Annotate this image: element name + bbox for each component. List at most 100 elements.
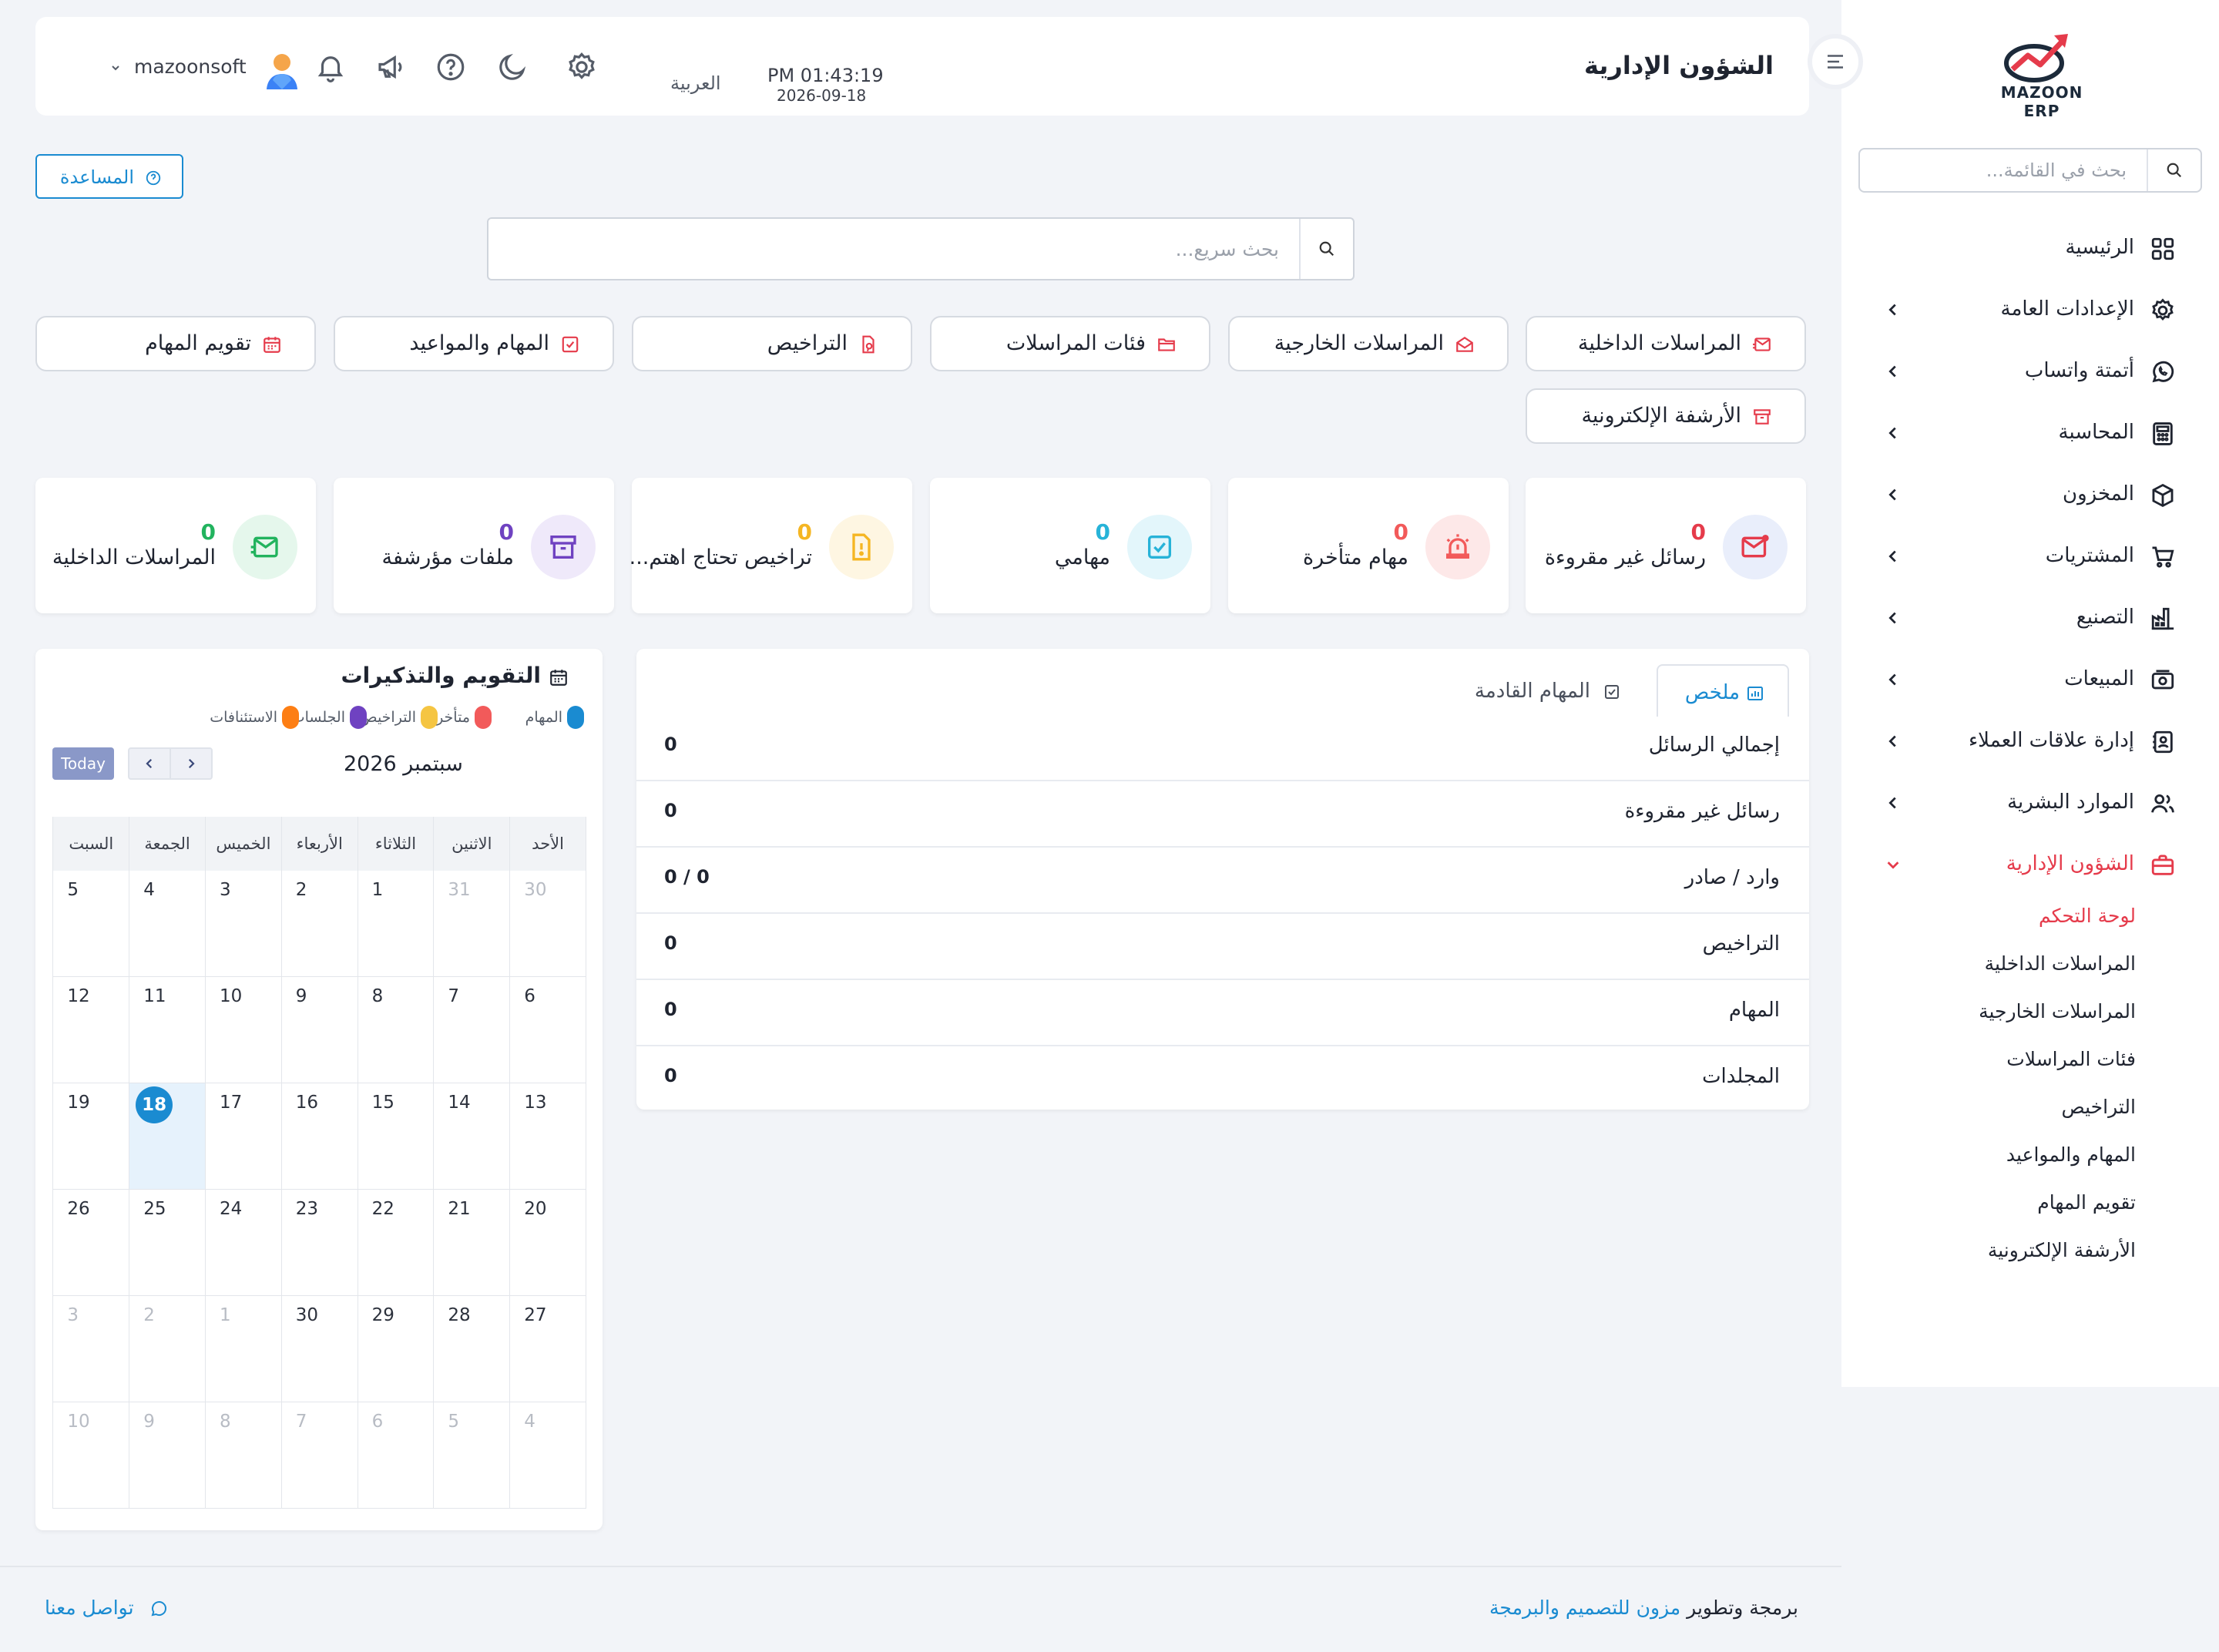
calendar-day[interactable]: 9 xyxy=(281,977,358,1083)
help-button[interactable]: المساعدة xyxy=(35,154,183,199)
stat-internal-correspondence[interactable]: 0 المراسلات الداخلية xyxy=(35,478,316,613)
shortcut-label: التراخيص xyxy=(767,331,848,355)
calendar-day[interactable]: 2 xyxy=(129,1296,206,1402)
shortcut-tasks-appointments[interactable]: المهام والمواعيد xyxy=(334,316,614,371)
calendar-day[interactable]: 2 xyxy=(281,871,358,977)
settings-gear-icon[interactable] xyxy=(566,51,598,83)
calendar-day[interactable]: 29 xyxy=(358,1296,435,1402)
calendar-day[interactable]: 24 xyxy=(206,1190,282,1296)
calendar-day[interactable]: 5 xyxy=(53,871,130,977)
calendar-day[interactable]: 4 xyxy=(510,1402,586,1509)
shortcut-e-archive[interactable]: الأرشفة الإلكترونية xyxy=(1526,388,1806,444)
stat-unread-messages[interactable]: 0 رسائل غير مقروءة xyxy=(1526,478,1806,613)
calendar-day[interactable]: 10 xyxy=(53,1402,130,1509)
sidebar-item-inventory[interactable]: المخزون xyxy=(1841,473,2219,516)
stat-archived-files[interactable]: 0 ملفات مؤرشفة xyxy=(334,478,614,613)
calendar-day[interactable]: 19 xyxy=(53,1083,130,1190)
tab-summary[interactable]: ملخص xyxy=(1657,664,1789,717)
calendar-day[interactable]: 7 xyxy=(281,1402,358,1509)
sidebar-item-crm[interactable]: إدارة علاقات العملاء xyxy=(1841,720,2219,763)
calendar-day[interactable]: 30 xyxy=(281,1296,358,1402)
sidebar-item-sales[interactable]: المبيعات xyxy=(1841,658,2219,701)
stat-licenses-attention[interactable]: 0 تراخيص تحتاج اهتم... xyxy=(629,478,912,613)
stat-my-tasks[interactable]: 0 مهامي xyxy=(930,478,1210,613)
sidebar-subitem-internal-correspondence[interactable]: المراسلات الداخلية xyxy=(1985,952,2136,975)
calendar-day[interactable]: 7 xyxy=(434,977,511,1083)
shortcut-licenses[interactable]: التراخيص xyxy=(632,316,912,371)
calendar-day[interactable]: 1 xyxy=(206,1296,282,1402)
calendar-day[interactable]: 5 xyxy=(434,1402,511,1509)
calendar-day[interactable]: 21 xyxy=(434,1190,511,1296)
sidebar-subitem-correspondence-categories[interactable]: فئات المراسلات xyxy=(2006,1048,2136,1070)
calendar-day[interactable]: 22 xyxy=(358,1190,435,1296)
calendar-day[interactable]: 16 xyxy=(281,1083,358,1190)
sidebar-item-manufacturing[interactable]: التصنيع xyxy=(1841,596,2219,640)
calendar-day[interactable]: 23 xyxy=(281,1190,358,1296)
calendar-day[interactable]: 3 xyxy=(206,871,282,977)
footer-credit: برمجة وتطوير مزون للتصميم والبرمجة xyxy=(1489,1597,1798,1619)
sidebar-item-admin-affairs[interactable]: الشؤون الإدارية xyxy=(1841,843,2219,886)
search-icon[interactable] xyxy=(1299,219,1353,279)
today-button[interactable]: Today xyxy=(52,747,114,780)
sidebar-subitem-tasks-appointments[interactable]: المهام والمواعيد xyxy=(2006,1143,2136,1166)
calendar-day[interactable]: 27 xyxy=(510,1296,586,1402)
calendar-day[interactable]: 20 xyxy=(510,1190,586,1296)
next-month-button[interactable] xyxy=(170,747,213,780)
footer-credit-link[interactable]: مزون للتصميم والبرمجة xyxy=(1489,1597,1680,1619)
sidebar-subitem-tasks-calendar[interactable]: تقويم المهام xyxy=(2037,1191,2136,1214)
calendar-day[interactable]: 13 xyxy=(510,1083,586,1190)
sidebar-item-whatsapp[interactable]: أتمتة واتساب xyxy=(1841,350,2219,393)
dark-mode-moon-icon[interactable] xyxy=(496,51,529,83)
contact-us-link[interactable]: تواصل معنا xyxy=(45,1597,176,1623)
user-name[interactable]: mazoonsoft xyxy=(134,55,247,78)
calendar-day[interactable]: 10 xyxy=(206,977,282,1083)
calendar-day[interactable]: 25 xyxy=(129,1190,206,1296)
tab-label: المهام القادمة xyxy=(1474,680,1590,703)
calendar-day[interactable]: 1 xyxy=(358,871,435,977)
sidebar-item-hr[interactable]: الموارد البشرية xyxy=(1841,781,2219,824)
help-question-icon[interactable] xyxy=(435,51,467,83)
calendar-day[interactable]: 9 xyxy=(129,1402,206,1509)
shortcut-external-correspondence[interactable]: المراسلات الخارجية xyxy=(1228,316,1509,371)
stat-overdue-tasks[interactable]: 0 مهام متأخرة xyxy=(1228,478,1509,613)
announcement-megaphone-icon[interactable] xyxy=(374,51,407,83)
avatar[interactable] xyxy=(264,51,300,91)
sidebar-subitem-dashboard[interactable]: لوحة التحكم xyxy=(2039,905,2136,927)
calendar-day[interactable]: 17 xyxy=(206,1083,282,1190)
shortcut-tasks-calendar[interactable]: تقويم المهام xyxy=(35,316,316,371)
notifications-bell-icon[interactable] xyxy=(314,51,347,83)
shortcut-correspondence-categories[interactable]: فئات المراسلات xyxy=(930,316,1210,371)
shortcut-internal-correspondence[interactable]: المراسلات الداخلية xyxy=(1526,316,1806,371)
sidebar-subitem-e-archive[interactable]: الأرشفة الإلكترونية xyxy=(1988,1239,2136,1261)
search-icon[interactable] xyxy=(2147,149,2201,191)
calendar-day[interactable]: 6 xyxy=(510,977,586,1083)
sidebar-subitem-external-correspondence[interactable]: المراسلات الخارجية xyxy=(1979,1000,2136,1022)
sidebar-item-home[interactable]: الرئيسية xyxy=(1841,227,2219,270)
calendar-day[interactable]: 12 xyxy=(53,977,130,1083)
calendar-day-today[interactable]: 18 xyxy=(129,1083,206,1190)
chevron-down-icon[interactable] xyxy=(109,62,122,74)
sidebar-search-input[interactable] xyxy=(1860,149,2145,191)
calendar-day[interactable]: 8 xyxy=(358,977,435,1083)
tab-upcoming-tasks[interactable]: المهام القادمة xyxy=(1475,680,1621,710)
sidebar-item-accounting[interactable]: المحاسبة xyxy=(1841,411,2219,455)
calendar-day[interactable]: 3 xyxy=(53,1296,130,1402)
prev-month-button[interactable] xyxy=(128,747,171,780)
calendar-day[interactable]: 26 xyxy=(53,1190,130,1296)
calendar-day[interactable]: 4 xyxy=(129,871,206,977)
sidebar-item-general-settings[interactable]: الإعدادات العامة xyxy=(1841,288,2219,331)
menu-toggle-button[interactable] xyxy=(1808,34,1863,89)
calendar-day[interactable]: 6 xyxy=(358,1402,435,1509)
calendar-day[interactable]: 30 xyxy=(510,871,586,977)
calendar-day[interactable]: 31 xyxy=(434,871,511,977)
brand-logo[interactable]: MAZOON ERP xyxy=(1980,29,2103,120)
calendar-day[interactable]: 14 xyxy=(434,1083,511,1190)
calendar-day[interactable]: 15 xyxy=(358,1083,435,1190)
quick-search-input[interactable] xyxy=(488,219,1299,279)
calendar-day[interactable]: 28 xyxy=(434,1296,511,1402)
sidebar-item-purchases[interactable]: المشتريات xyxy=(1841,535,2219,578)
language-switch[interactable]: العربية xyxy=(670,72,721,94)
calendar-day[interactable]: 11 xyxy=(129,977,206,1083)
calendar-day[interactable]: 8 xyxy=(206,1402,282,1509)
sidebar-subitem-licenses[interactable]: التراخيص xyxy=(2062,1096,2136,1118)
